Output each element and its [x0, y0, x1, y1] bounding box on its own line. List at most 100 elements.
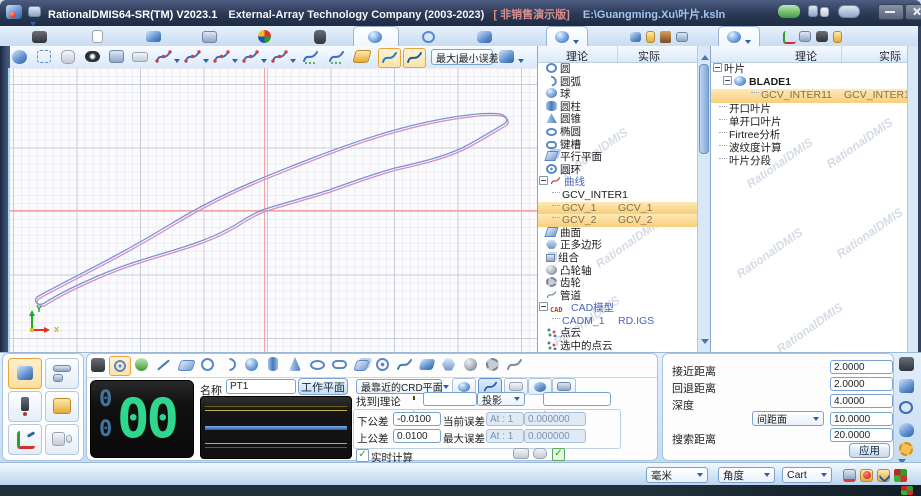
project-tool-icon[interactable] [899, 357, 914, 371]
corner-snap-icon[interactable] [843, 469, 856, 482]
tree-item-polygon[interactable]: 正多边形 [538, 239, 697, 252]
tab-windows-icon[interactable] [202, 31, 217, 43]
name-input[interactable] [226, 379, 296, 394]
monitor-left-icon[interactable] [808, 5, 818, 17]
deviation-settings-arrow-icon[interactable] [518, 59, 524, 66]
lower-tol-input[interactable] [393, 412, 441, 426]
found-input[interactable] [423, 392, 477, 406]
tree-item-gear[interactable]: 齿轮 [538, 277, 697, 290]
torus-tool-icon[interactable] [376, 358, 389, 371]
projection-input[interactable] [543, 392, 611, 406]
tree-item-pointcloud[interactable]: 点云 [538, 327, 697, 340]
tree-item-blade-group[interactable]: 叶片 [711, 63, 907, 76]
tab-document-icon[interactable] [92, 30, 103, 43]
probe-path-icon[interactable] [533, 448, 547, 459]
tree-item-ellipse[interactable]: 椭圆 [538, 126, 697, 139]
profile-knife-active[interactable] [403, 48, 426, 68]
fit-view-icon[interactable] [12, 50, 27, 64]
tree-item-curve-group[interactable]: 曲线 [538, 176, 697, 189]
scroll-up-icon[interactable] [701, 51, 709, 60]
spacing-input[interactable] [830, 412, 893, 426]
tab-blade-active[interactable] [718, 26, 760, 47]
slot-tool-icon[interactable] [332, 360, 347, 369]
projection-select[interactable]: 投影 [477, 392, 525, 407]
apply-button[interactable]: 应用 [849, 443, 890, 458]
search-input[interactable] [830, 428, 893, 442]
tab-monitor-icon[interactable] [477, 31, 492, 43]
spacing-select[interactable]: 间距面 [752, 411, 824, 426]
tab-caliper-icon[interactable] [833, 31, 842, 43]
tree-item-camshaft[interactable]: 凸轮轴 [538, 264, 697, 278]
tree-item-gcv-inter11[interactable]: GCV_INTER11 GCV_INTER11 [711, 89, 915, 103]
gdt-mode-button[interactable] [45, 391, 79, 422]
construct-point-icon[interactable] [135, 358, 148, 371]
curve-tool-icon[interactable] [396, 357, 413, 373]
upper-tol-input[interactable] [393, 429, 441, 443]
machine-mode-button[interactable] [45, 424, 79, 455]
zoom-window-icon[interactable] [37, 50, 51, 63]
remote-control-icon[interactable] [838, 5, 860, 18]
tab-views-icon[interactable] [676, 32, 688, 42]
tree-item-gcv-inter1[interactable]: GCV_INTER1 [538, 189, 697, 202]
coordinate-mode-button[interactable] [8, 424, 42, 455]
blade-tree-scrollbar[interactable] [907, 46, 918, 352]
pan-hand-icon[interactable] [61, 50, 75, 64]
realtime-checkbox[interactable]: ✓ [356, 449, 369, 462]
monitor-right-icon[interactable] [820, 7, 829, 17]
pipe-tool-icon[interactable] [506, 357, 523, 373]
tray-status-icon[interactable] [901, 486, 913, 495]
tree-item-single-open-blade[interactable]: 单开口叶片 [711, 116, 907, 129]
tree-item-open-blade[interactable]: 开口叶片 [711, 103, 907, 116]
angle-select[interactable]: 角度 [718, 467, 775, 483]
manual-probe-button[interactable] [8, 391, 42, 422]
tab-datums-icon[interactable] [646, 31, 655, 43]
camshaft-tool-icon[interactable] [464, 358, 477, 371]
tree-item-gcv-1[interactable]: GCV_1 GCV_1 [538, 201, 697, 215]
tree-item-cadm-1[interactable]: CADM_1 RD.IGS [538, 315, 697, 328]
collapse-icon[interactable] [723, 76, 732, 86]
error-mode-select[interactable]: 最大|最小误差 [431, 49, 505, 65]
tab-solids-icon[interactable] [630, 32, 641, 42]
deviation-settings-icon[interactable] [499, 50, 514, 63]
tree-item-surface[interactable]: 曲面 [538, 226, 697, 240]
field-box-icon[interactable] [132, 52, 148, 62]
tree-item-blade-segmentation[interactable]: 叶片分段 [711, 155, 907, 168]
graphics-viewport[interactable]: Y x [10, 68, 537, 352]
gear-tool-icon[interactable] [486, 358, 499, 371]
tree-item-sphere[interactable]: 球 [538, 88, 697, 101]
curve-project-icon[interactable] [242, 49, 259, 65]
tree-item-blade1[interactable]: BLADE1 [711, 76, 907, 89]
machine-status-icon[interactable] [894, 469, 907, 482]
curve-section-arrow-icon[interactable] [290, 59, 296, 66]
units-select[interactable]: 毫米 [646, 467, 708, 483]
tab-probe-active[interactable] [353, 26, 399, 47]
confirm-icon[interactable]: ✓ [552, 448, 565, 461]
curve-offset-arrow-icon[interactable] [232, 59, 238, 66]
tree-item-pipe[interactable]: 管道 [538, 290, 697, 303]
edit-feature-icon[interactable] [513, 448, 529, 459]
profile-pen-active[interactable] [378, 48, 401, 68]
tree-item-parallel-planes[interactable]: 平行平面 [538, 151, 697, 164]
probe-mode-button[interactable] [8, 358, 42, 389]
tree-item-torus[interactable]: 圆环 [538, 163, 697, 177]
scan-closed-curve-icon[interactable] [328, 49, 345, 65]
curve-points-icon[interactable] [155, 49, 172, 65]
scan-open-curve-icon[interactable] [302, 49, 319, 65]
quick-menu-icon[interactable] [28, 6, 41, 17]
tree-item-selected-pointcloud[interactable]: 选中的点云 [538, 340, 697, 352]
retract-input[interactable] [830, 377, 893, 391]
view-orientation-icon[interactable] [85, 51, 100, 62]
curve-section-icon[interactable] [271, 49, 288, 65]
tree-item-waviness[interactable]: 波纹度计算 [711, 142, 907, 155]
probe-cube-tool-icon[interactable] [899, 379, 914, 393]
probe-small-icon[interactable] [899, 423, 914, 437]
features-tree-scrollbar[interactable] [697, 46, 710, 352]
circle-tool-icon[interactable] [201, 358, 214, 371]
tree-item-gcv-2[interactable]: GCV_2 GCV_2 [538, 214, 697, 227]
close-button[interactable] [905, 4, 921, 20]
tree-item-firtree-analysis[interactable]: Firtree分析 [711, 129, 907, 142]
collapse-icon[interactable] [713, 63, 722, 72]
curve-create-arrow-icon[interactable] [203, 59, 209, 66]
tab-features-active[interactable] [546, 26, 588, 47]
tab-gauge-icon[interactable] [422, 31, 435, 43]
